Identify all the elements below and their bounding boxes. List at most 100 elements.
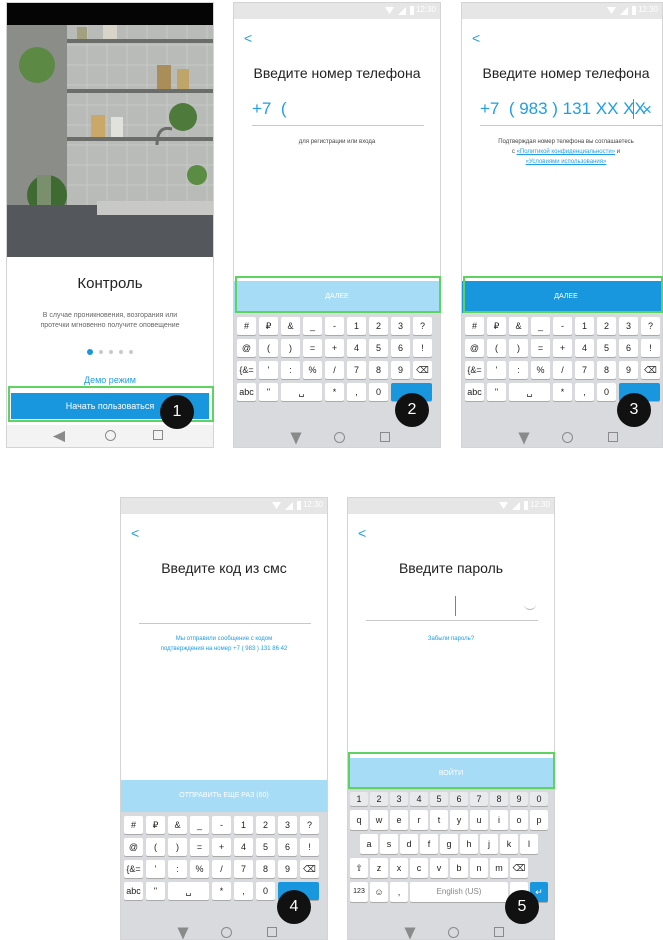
key-'[interactable]: '	[146, 860, 165, 878]
key-8[interactable]: 8	[490, 792, 508, 806]
key-?[interactable]: ?	[641, 317, 660, 335]
key-space[interactable]: ␣	[168, 882, 209, 900]
key-8[interactable]: 8	[256, 860, 275, 878]
key-p[interactable]: p	[530, 810, 548, 830]
key-v[interactable]: v	[430, 858, 448, 878]
key-?[interactable]: ?	[413, 317, 432, 335]
key--[interactable]: -	[212, 816, 231, 834]
key-9[interactable]: 9	[391, 361, 410, 379]
key-7[interactable]: 7	[575, 361, 594, 379]
key-d[interactable]: d	[400, 834, 418, 854]
key-y[interactable]: y	[450, 810, 468, 830]
nav-back-icon[interactable]	[405, 928, 416, 940]
key-1[interactable]: 1	[234, 816, 253, 834]
key-5[interactable]: 5	[597, 339, 616, 357]
key-=[interactable]: =	[303, 339, 322, 357]
key-0[interactable]: 0	[369, 383, 388, 401]
back-chevron-icon[interactable]: <	[244, 31, 252, 45]
password-input[interactable]	[366, 596, 538, 620]
key-0[interactable]: 0	[530, 792, 548, 806]
key-emoji[interactable]: ☺	[370, 882, 388, 902]
key-)[interactable]: )	[281, 339, 300, 357]
key-q[interactable]: q	[350, 810, 368, 830]
key-=[interactable]: =	[531, 339, 550, 357]
key-?[interactable]: ?	[300, 816, 319, 834]
key-w[interactable]: w	[370, 810, 388, 830]
key-1[interactable]: 1	[350, 792, 368, 806]
nav-home-icon[interactable]	[334, 432, 345, 443]
key-([interactable]: (	[146, 838, 165, 856]
key-3[interactable]: 3	[390, 792, 408, 806]
key-4[interactable]: 4	[234, 838, 253, 856]
key-u[interactable]: u	[470, 810, 488, 830]
key-2[interactable]: 2	[597, 317, 616, 335]
key-4[interactable]: 4	[410, 792, 428, 806]
key-5[interactable]: 5	[369, 339, 388, 357]
key-7[interactable]: 7	[234, 860, 253, 878]
key-shift[interactable]: ⇧	[350, 858, 368, 878]
clear-input-icon[interactable]: ×	[642, 100, 652, 120]
key-6[interactable]: 6	[278, 838, 297, 856]
key-{&=[interactable]: {&=	[124, 860, 143, 878]
key-6[interactable]: 6	[450, 792, 468, 806]
key-2[interactable]: 2	[256, 816, 275, 834]
key-@[interactable]: @	[465, 339, 484, 357]
key-#[interactable]: #	[237, 317, 256, 335]
nav-recents-icon[interactable]	[494, 927, 504, 937]
key-x[interactable]: x	[390, 858, 408, 878]
key-)[interactable]: )	[168, 838, 187, 856]
key-l[interactable]: l	[520, 834, 538, 854]
key-([interactable]: (	[259, 339, 278, 357]
key-b[interactable]: b	[450, 858, 468, 878]
key-backspace[interactable]: ⌫	[510, 858, 528, 878]
key-@[interactable]: @	[124, 838, 143, 856]
key-t[interactable]: t	[430, 810, 448, 830]
nav-recents-icon[interactable]	[608, 432, 618, 442]
key-3[interactable]: 3	[619, 317, 638, 335]
key-+[interactable]: +	[325, 339, 344, 357]
key-&[interactable]: &	[509, 317, 528, 335]
key-{&=[interactable]: {&=	[237, 361, 256, 379]
key-r[interactable]: r	[410, 810, 428, 830]
key-+[interactable]: +	[212, 838, 231, 856]
key-5[interactable]: 5	[256, 838, 275, 856]
key-g[interactable]: g	[440, 834, 458, 854]
key-m[interactable]: m	[490, 858, 508, 878]
key-![interactable]: !	[641, 339, 660, 357]
nav-back-icon[interactable]	[178, 928, 189, 940]
key-0[interactable]: 0	[597, 383, 616, 401]
nav-home-icon[interactable]	[448, 927, 459, 938]
privacy-policy-link[interactable]: «Политикой конфиденциальности»	[517, 149, 615, 155]
key-%[interactable]: %	[531, 361, 550, 379]
key-:[interactable]: :	[281, 361, 300, 379]
key-![interactable]: !	[413, 339, 432, 357]
key-&[interactable]: &	[281, 317, 300, 335]
nav-recents-icon[interactable]	[380, 432, 390, 442]
key-*[interactable]: *	[212, 882, 231, 900]
key-1[interactable]: 1	[575, 317, 594, 335]
key-abc[interactable]: abc	[465, 383, 484, 401]
key-/[interactable]: /	[212, 860, 231, 878]
show-password-icon[interactable]	[524, 604, 536, 610]
key-3[interactable]: 3	[391, 317, 410, 335]
key-0[interactable]: 0	[256, 882, 275, 900]
key-comma[interactable]: ,	[390, 882, 408, 902]
key-@[interactable]: @	[237, 339, 256, 357]
key-/[interactable]: /	[325, 361, 344, 379]
key-9[interactable]: 9	[619, 361, 638, 379]
key-_[interactable]: _	[190, 816, 209, 834]
key-9[interactable]: 9	[278, 860, 297, 878]
key-'[interactable]: '	[487, 361, 506, 379]
key-h[interactable]: h	[460, 834, 478, 854]
key-([interactable]: (	[487, 339, 506, 357]
key-#[interactable]: #	[124, 816, 143, 834]
key-2[interactable]: 2	[370, 792, 388, 806]
key-n[interactable]: n	[470, 858, 488, 878]
key-4[interactable]: 4	[347, 339, 366, 357]
key-,[interactable]: ,	[575, 383, 594, 401]
phone-input[interactable]: +7 (	[252, 99, 287, 119]
key-3[interactable]: 3	[278, 816, 297, 834]
nav-recents-icon[interactable]	[267, 927, 277, 937]
key-8[interactable]: 8	[597, 361, 616, 379]
resend-button[interactable]: ОТПРАВИТЬ ЕЩЕ РАЗ (60)	[121, 780, 327, 812]
